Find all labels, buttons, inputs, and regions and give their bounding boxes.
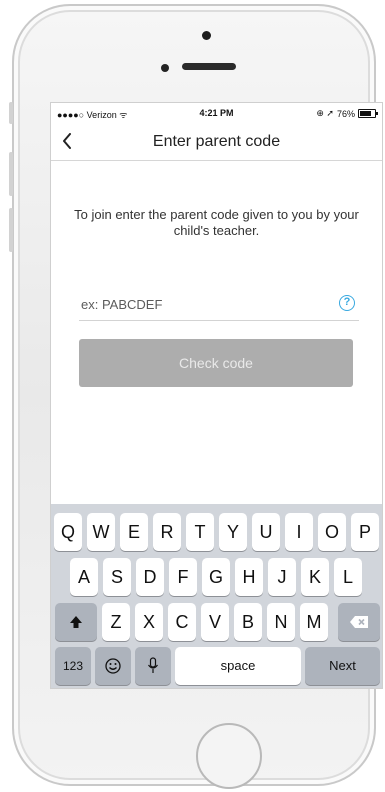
key-b[interactable]: B	[234, 603, 262, 641]
key-d[interactable]: D	[136, 558, 164, 596]
phone-mute-switch	[9, 102, 13, 124]
earpiece-speaker	[182, 63, 236, 70]
location-alarm-icons: ⊕ ➚	[316, 108, 334, 118]
parent-code-input[interactable]	[81, 290, 321, 318]
key-x[interactable]: X	[135, 603, 163, 641]
key-a[interactable]: A	[70, 558, 98, 596]
keyboard-row-2: ASDFGHJKL	[51, 558, 382, 598]
home-button[interactable]	[196, 723, 262, 789]
key-s[interactable]: S	[103, 558, 131, 596]
key-m[interactable]: M	[300, 603, 328, 641]
key-u[interactable]: U	[252, 513, 280, 551]
key-q[interactable]: Q	[54, 513, 82, 551]
question-circle-icon[interactable]: ?	[339, 295, 355, 311]
keyboard: QWERTYUIOP ASDFGHJKL ZXCVBNM 123 space N…	[51, 504, 382, 688]
key-v[interactable]: V	[201, 603, 229, 641]
key-c[interactable]: C	[168, 603, 196, 641]
page-title: Enter parent code	[152, 133, 281, 150]
microphone-icon	[148, 657, 158, 673]
numbers-key[interactable]: 123	[55, 647, 91, 685]
parent-code-field: ?	[79, 290, 359, 321]
navigation-bar: Enter parent code	[51, 123, 382, 161]
key-z[interactable]: Z	[102, 603, 130, 641]
dictation-key[interactable]	[135, 647, 171, 685]
keyboard-row-3: ZXCVBNM	[51, 603, 382, 643]
key-w[interactable]: W	[87, 513, 115, 551]
status-indicators: ⊕ ➚ 76%	[316, 108, 378, 119]
delete-key[interactable]	[338, 603, 380, 641]
emoji-key[interactable]	[95, 647, 131, 685]
shift-key[interactable]	[55, 603, 97, 641]
phone-volume-up	[9, 152, 13, 196]
key-h[interactable]: H	[235, 558, 263, 596]
front-camera	[202, 31, 211, 40]
key-g[interactable]: G	[202, 558, 230, 596]
shift-arrow-icon	[70, 616, 82, 628]
proximity-sensor	[161, 64, 169, 72]
check-code-button[interactable]: Check code	[79, 339, 353, 387]
key-e[interactable]: E	[120, 513, 148, 551]
instruction-text: To join enter the parent code given to y…	[74, 207, 359, 238]
key-i[interactable]: I	[285, 513, 313, 551]
smiley-icon	[105, 658, 121, 674]
battery-icon	[358, 109, 378, 118]
keyboard-row-4: 123 space Next	[51, 647, 382, 687]
key-o[interactable]: O	[318, 513, 346, 551]
key-t[interactable]: T	[186, 513, 214, 551]
app-screen: ●●●●○ Verizon ᯤ 4:21 PM ⊕ ➚ 76% Enter pa…	[50, 102, 383, 689]
key-f[interactable]: F	[169, 558, 197, 596]
battery-percent: 76%	[336, 108, 355, 119]
key-p[interactable]: P	[351, 513, 379, 551]
key-r[interactable]: R	[153, 513, 181, 551]
key-j[interactable]: J	[268, 558, 296, 596]
key-k[interactable]: K	[301, 558, 329, 596]
keyboard-row-1: QWERTYUIOP	[51, 513, 382, 553]
key-n[interactable]: N	[267, 603, 295, 641]
phone-volume-down	[9, 208, 13, 252]
next-key[interactable]: Next	[305, 647, 380, 685]
key-y[interactable]: Y	[219, 513, 247, 551]
delete-backspace-icon	[350, 616, 368, 628]
space-key[interactable]: space	[175, 647, 301, 685]
key-l[interactable]: L	[334, 558, 362, 596]
battery-level	[360, 111, 371, 116]
status-bar: ●●●●○ Verizon ᯤ 4:21 PM ⊕ ➚ 76%	[51, 103, 382, 123]
